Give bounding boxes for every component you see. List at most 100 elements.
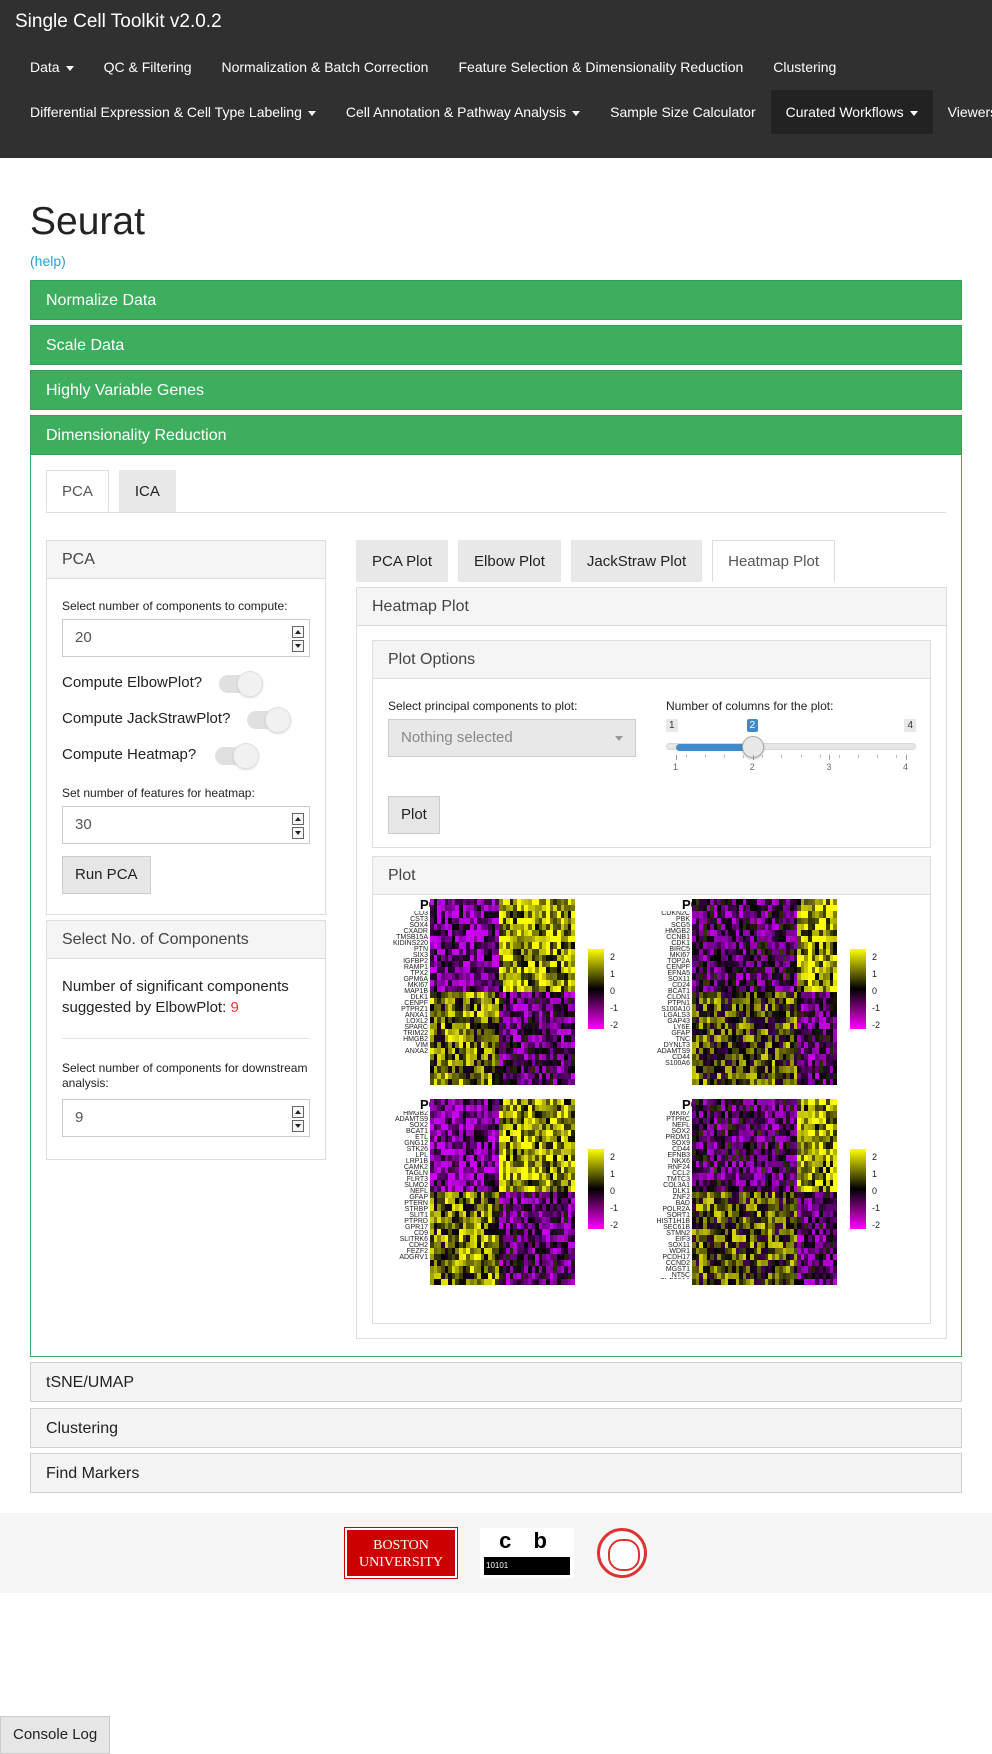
legend-label: -1: [610, 1203, 619, 1213]
nav-item-differential-expression[interactable]: Differential Expression & Cell Type Labe…: [15, 90, 331, 134]
boston-university-logo[interactable]: BOSTON UNIVERSITY: [344, 1527, 458, 1579]
accordion-find-markers[interactable]: Find Markers: [30, 1453, 962, 1493]
heatmap-gene-labels: CDKN2C PBK SCG5 HMGB2 CCNB1 CDK1 BIRC5 MKI67 TOP…: [650, 911, 690, 1079]
gene-label: ADGRV1: [399, 1254, 428, 1261]
components-input[interactable]: 20: [62, 619, 310, 657]
dimred-tabs: PCA ICA: [46, 470, 186, 512]
legend-label: 1: [610, 969, 616, 979]
spinner-up-icon[interactable]: [292, 626, 304, 638]
tab-heatmap-plot[interactable]: Heatmap Plot: [712, 540, 835, 582]
spinner[interactable]: [292, 626, 304, 652]
accordion-tsne-umap[interactable]: tSNE/UMAP: [30, 1362, 962, 1402]
slider-minor-tick: [838, 755, 840, 758]
slider-tick-label: 1: [673, 762, 679, 772]
components-label: Select number of components to compute:: [62, 599, 288, 613]
legend-label: 2: [872, 952, 878, 962]
legend-label: -1: [872, 1003, 881, 1013]
spinner[interactable]: [292, 1106, 304, 1132]
heatmap-color-legend: [850, 949, 866, 1029]
jackstraw-toggle[interactable]: [247, 707, 291, 733]
help-link[interactable]: (help): [30, 253, 66, 269]
slider-tick-label: 3: [826, 762, 832, 772]
heatmap-grid: [692, 1099, 837, 1286]
pca-panel-title: PCA: [47, 541, 325, 579]
spinner-up-icon[interactable]: [292, 1106, 304, 1118]
plot-tabs: PCA Plot Elbow Plot JackStraw Plot Heatm…: [356, 540, 845, 582]
plot-options-panel: Plot Options Select principal components…: [372, 640, 931, 848]
significant-components-value: 9: [230, 999, 239, 1016]
heatmap-toggle[interactable]: [215, 743, 259, 769]
app-brand[interactable]: Single Cell Toolkit v2.0.2: [15, 11, 222, 33]
footer: BOSTONUNIVERSITY c b m10101: [0, 1513, 992, 1593]
run-pca-button[interactable]: Run PCA: [62, 856, 151, 894]
console-log-button[interactable]: Console Log: [0, 1716, 111, 1754]
nav-item-viewers[interactable]: Viewers: [933, 90, 992, 134]
tab-ica[interactable]: ICA: [118, 470, 176, 512]
features-input[interactable]: 30: [62, 806, 310, 844]
heatmap-pc1: PC1CD3CST3SOX4CXADRTMSB15AKIDINS220PTNSI…: [388, 897, 638, 1087]
spinner-down-icon[interactable]: [292, 640, 304, 652]
slider-tick: [676, 755, 677, 760]
plot-options-title: Plot Options: [373, 641, 930, 679]
accordion-normalize-data[interactable]: Normalize Data: [30, 280, 962, 320]
nav-item-sample-size[interactable]: Sample Size Calculator: [595, 90, 771, 134]
cbm-logo[interactable]: c b m10101: [480, 1528, 574, 1579]
spinner[interactable]: [292, 813, 304, 839]
slider-tick-label: 4: [903, 762, 909, 772]
nav-item-normalization[interactable]: Normalization & Batch Correction: [207, 45, 444, 89]
tab-pca[interactable]: PCA: [46, 470, 109, 512]
nav-item-data[interactable]: Data: [15, 45, 89, 89]
legend-label: 1: [872, 969, 878, 979]
heatmap-color-legend: [588, 949, 604, 1029]
slider-minor-tick: [723, 755, 725, 758]
spinner-down-icon[interactable]: [292, 827, 304, 839]
accordion-clustering[interactable]: Clustering: [30, 1408, 962, 1448]
tab-elbow-plot[interactable]: Elbow Plot: [458, 540, 561, 582]
select-pcs-label: Select principal components to plot:: [388, 699, 578, 713]
legend-label: 0: [610, 986, 616, 996]
nav-item-qc[interactable]: QC & Filtering: [89, 45, 207, 89]
gene-label: ANXA2: [405, 1048, 428, 1055]
toggle-knob: [233, 743, 259, 769]
slider-minor-tick: [781, 755, 783, 758]
heatmap-grid: [430, 899, 575, 1086]
heatmap-plot-panel: Heatmap Plot Plot Options Select princip…: [356, 587, 947, 1339]
slider-min-label: 1: [666, 719, 678, 732]
slider-minor-tick: [858, 755, 860, 758]
slider-max-label: 4: [904, 719, 916, 732]
tab-pca-plot[interactable]: PCA Plot: [356, 540, 449, 582]
plot-panel: Plot PC1CD3CST3SOX4CXADRTMSB15AKIDINS220…: [372, 856, 931, 1324]
select-pcs-dropdown[interactable]: Nothing selected: [388, 719, 636, 757]
downstream-input[interactable]: 9: [62, 1099, 310, 1137]
legend-label: 1: [872, 1169, 878, 1179]
slider-minor-tick: [743, 755, 745, 758]
nav-item-feature-selection[interactable]: Feature Selection & Dimensionality Reduc…: [443, 45, 758, 89]
university-seal-icon[interactable]: [597, 1528, 647, 1578]
spinner-down-icon[interactable]: [292, 1120, 304, 1132]
pca-panel: PCA Select number of components to compu…: [46, 540, 326, 915]
slider-minor-tick: [685, 755, 687, 758]
tab-jackstraw-plot[interactable]: JackStraw Plot: [570, 540, 703, 582]
slider-tick: [829, 755, 831, 760]
plot-button[interactable]: Plot: [388, 796, 440, 834]
nav-row-1: Data QC & Filtering Normalization & Batc…: [15, 45, 851, 89]
spinner-up-icon[interactable]: [292, 813, 304, 825]
accordion-highly-variable-genes[interactable]: Highly Variable Genes: [30, 370, 962, 410]
nav-item-cell-annotation[interactable]: Cell Annotation & Pathway Analysis: [331, 90, 595, 134]
features-label: Set number of features for heatmap:: [62, 786, 255, 800]
slider-minor-tick: [762, 755, 764, 758]
nav-item-clustering[interactable]: Clustering: [758, 45, 851, 89]
accordion-dimensionality-reduction[interactable]: Dimensionality Reduction: [30, 415, 962, 455]
columns-slider[interactable]: 1 4 2 1 2 3 4: [666, 719, 916, 779]
jackstraw-label: Compute JackStrawPlot?: [62, 710, 231, 727]
nav-item-curated-workflows[interactable]: Curated Workflows: [770, 90, 933, 134]
accordion-scale-data[interactable]: Scale Data: [30, 325, 962, 365]
heatmap-pc4: PC4MKI67PTPRCNEFLSOX2PRDM1SOX9CD44EFNB3N…: [650, 1097, 900, 1287]
heatmap-label: Compute Heatmap?: [62, 746, 197, 763]
slider-tick-label: 2: [749, 762, 755, 772]
heatmap-pc3: PC3HMGB2ADAMTS9SOX2BCAT1ETLGNG12STK26LPL…: [388, 1097, 638, 1287]
heatmap-area: PC1CD3CST3SOX4CXADRTMSB15AKIDINS220PTNSI…: [373, 897, 930, 1317]
elbow-toggle[interactable]: [219, 671, 263, 697]
slider-tick: [906, 755, 907, 760]
slider-minor-tick: [896, 755, 898, 758]
